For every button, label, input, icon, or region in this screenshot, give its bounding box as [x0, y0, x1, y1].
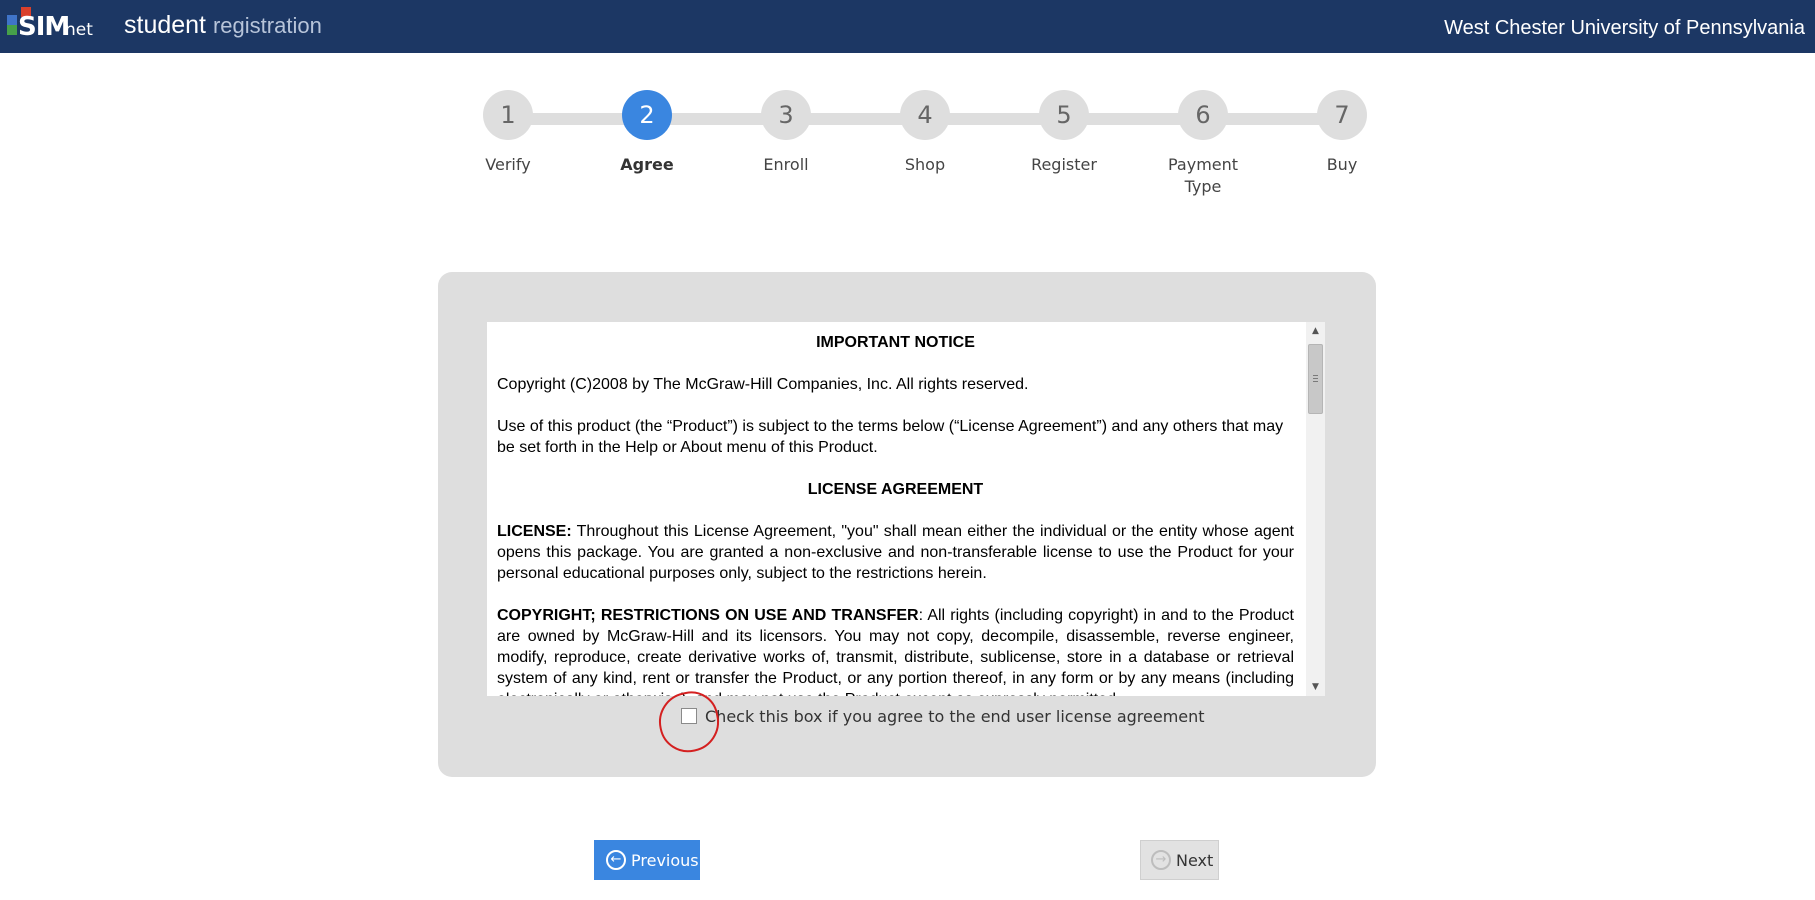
copyright-term: COPYRIGHT; RESTRICTIONS ON USE AND TRANS… [497, 607, 919, 624]
step-number: 2 [622, 90, 672, 140]
use-paragraph: Use of this product (the “Product”) is s… [497, 418, 1284, 456]
thumb-grip-line [1313, 378, 1318, 379]
step-label: Register [1031, 155, 1097, 174]
license-scrollbar[interactable]: ▲ ▼ [1306, 322, 1325, 696]
scrollbar-thumb[interactable] [1308, 344, 1323, 414]
step-number: 3 [761, 90, 811, 140]
step-number: 1 [483, 90, 533, 140]
next-button[interactable]: → Next [1140, 840, 1219, 880]
step-label: Buy [1326, 155, 1358, 174]
step-label: Payment Type [1168, 155, 1239, 196]
step-verify: 1 Verify [458, 90, 558, 176]
step-number: 4 [900, 90, 950, 140]
license-body: Throughout this License Agreement, "you"… [497, 523, 1294, 582]
license-text: IMPORTANT NOTICE Copyright (C)2008 by Th… [497, 332, 1294, 696]
app-title-primary: student [124, 11, 207, 39]
thumb-grip-line [1313, 381, 1318, 382]
step-label: Verify [485, 155, 531, 174]
logo-green-square [7, 25, 17, 35]
app-header: SIM net student registration West Cheste… [0, 0, 1815, 53]
notice-heading: IMPORTANT NOTICE [816, 334, 975, 351]
logo-sim-text: SIM [18, 12, 70, 42]
license-panel: IMPORTANT NOTICE Copyright (C)2008 by Th… [438, 272, 1376, 777]
step-register: 5 Register [1014, 90, 1114, 176]
app-title-secondary: registration [212, 13, 322, 38]
step-label: Enroll [763, 155, 809, 174]
app-title: student registration [124, 11, 322, 40]
annotation-circle [653, 686, 725, 758]
step-label: Shop [904, 155, 946, 174]
logo-net-text: net [65, 20, 93, 40]
arrow-right-circle-icon: → [1151, 850, 1171, 871]
step-number: 6 [1178, 90, 1228, 140]
agreement-heading: LICENSE AGREEMENT [807, 481, 984, 498]
simnet-logo[interactable]: SIM net [7, 7, 99, 42]
step-shop: 4 Shop [875, 90, 975, 176]
previous-button-label: Previous [631, 850, 699, 870]
registration-steps: 1 Verify 2 Agree 3 Enroll 4 Shop 5 Regis… [458, 90, 1367, 210]
copyright-line: Copyright (C)2008 by The McGraw-Hill Com… [497, 376, 1029, 393]
step-payment-type: 6 Payment Type [1153, 90, 1253, 198]
copyright-paragraph: COPYRIGHT; RESTRICTIONS ON USE AND TRANS… [497, 605, 1294, 696]
step-number: 7 [1317, 90, 1367, 140]
step-agree: 2 Agree [597, 90, 697, 176]
license-term: LICENSE: [497, 523, 572, 540]
step-enroll: 3 Enroll [736, 90, 836, 176]
license-scroll-area[interactable]: IMPORTANT NOTICE Copyright (C)2008 by Th… [487, 322, 1325, 696]
thumb-grip-line [1313, 375, 1318, 376]
next-button-label: Next [1176, 850, 1214, 870]
previous-button[interactable]: ← Previous [594, 840, 700, 880]
agree-label[interactable]: Check this box if you agree to the end u… [705, 707, 1205, 726]
logo-blue-square [7, 15, 17, 25]
scroll-down-arrow-icon[interactable]: ▼ [1306, 678, 1325, 696]
university-name: West Chester University of Pennsylvania [1444, 17, 1805, 39]
step-label: Agree [620, 155, 674, 174]
arrow-left-circle-icon: ← [606, 850, 626, 871]
license-paragraph: LICENSE: Throughout this License Agreeme… [497, 521, 1294, 584]
scroll-up-arrow-icon[interactable]: ▲ [1306, 322, 1325, 340]
step-buy: 7 Buy [1292, 90, 1392, 176]
step-number: 5 [1039, 90, 1089, 140]
